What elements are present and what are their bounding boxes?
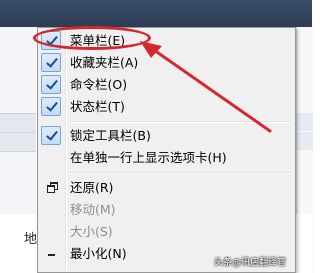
menu-item-size[interactable]: 大小(S): [38, 222, 295, 241]
menu-item-status-bar[interactable]: 状态栏(T): [38, 97, 295, 116]
checkmark-icon: [41, 75, 61, 94]
menu-item-label: 最小化(N): [70, 246, 127, 261]
menu-separator: [68, 172, 292, 174]
browser-title-bar: [0, 0, 312, 27]
menu-item-label: 收藏夹栏(A): [70, 55, 139, 70]
menu-separator: [68, 121, 292, 123]
menu-item-lock-toolbars[interactable]: 锁定工具栏(B): [38, 126, 295, 145]
page-band: [0, 132, 36, 152]
page-partial-text: 地: [24, 232, 38, 247]
menu-item-favorites-bar[interactable]: 收藏夹栏(A): [38, 53, 295, 72]
menu-item-restore[interactable]: 还原(R): [38, 178, 295, 197]
minimize-icon: [48, 254, 55, 256]
menu-item-label: 锁定工具栏(B): [70, 128, 151, 143]
page-band: [0, 113, 36, 133]
checkmark-icon: [41, 126, 61, 145]
menu-item-label: 大小(S): [70, 224, 113, 239]
menu-item-move[interactable]: 移动(M): [38, 200, 295, 219]
annotation-highlight-oval: [33, 26, 151, 50]
menu-item-label: 还原(R): [70, 180, 114, 195]
menu-item-label: 在单独一行上显示选项卡(H): [70, 150, 227, 165]
watermark: 头条@讯店翻译官: [214, 258, 287, 268]
page-band: [297, 113, 313, 131]
menu-item-label: 命令栏(O): [70, 77, 128, 92]
menu-item-label: 状态栏(T): [70, 99, 125, 114]
menu-item-command-bar[interactable]: 命令栏(O): [38, 75, 295, 94]
restore-icon: [47, 182, 58, 193]
checkmark-icon: [41, 97, 61, 116]
checkmark-icon: [41, 53, 61, 72]
context-menu: 菜单栏(E) 收藏夹栏(A) 命令栏(O) 状态栏(T) 锁定工具栏(B) 在单…: [37, 27, 296, 273]
page-band: [297, 132, 313, 150]
menu-item-label: 移动(M): [70, 202, 116, 217]
menu-item-show-tabs-separate-row[interactable]: 在单独一行上显示选项卡(H): [38, 148, 295, 167]
